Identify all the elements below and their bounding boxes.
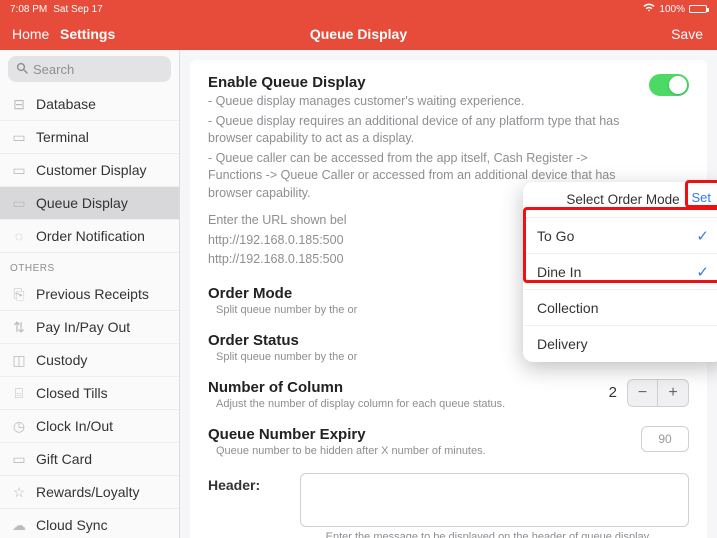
sidebar-item-label: Closed Tills — [36, 385, 108, 401]
bell-icon: ◌ — [10, 227, 28, 245]
sidebar-item-queue-display[interactable]: ▭ Queue Display — [0, 187, 179, 220]
enable-toggle[interactable] — [649, 74, 689, 96]
sidebar-item-rewards[interactable]: ☆ Rewards/Loyalty — [0, 476, 179, 509]
header-caption: Enter the message to be displayed on the… — [288, 531, 689, 538]
sidebar-item-pay-in-out[interactable]: ⇅ Pay In/Pay Out — [0, 311, 179, 344]
sidebar-item-label: Customer Display — [36, 162, 146, 178]
numcol-title: Number of Column — [208, 379, 609, 396]
sidebar-item-label: Order Notification — [36, 228, 145, 244]
nav-bar: Home Settings Queue Display Save — [0, 18, 717, 50]
sidebar-item-gift-card[interactable]: ▭ Gift Card — [0, 443, 179, 476]
sidebar-item-clock-in-out[interactable]: ◷ Clock In/Out — [0, 410, 179, 443]
cloud-icon: ☁ — [10, 516, 28, 534]
popover-row-label: Delivery — [537, 336, 588, 352]
sidebar-item-previous-receipts[interactable]: ⎘ Previous Receipts — [0, 278, 179, 311]
sidebar-item-custody[interactable]: ◫ Custody — [0, 344, 179, 377]
sidebar-item-customer-display[interactable]: ▭ Customer Display — [0, 154, 179, 187]
enable-title: Enable Queue Display — [208, 74, 639, 91]
popover-row-label: Collection — [537, 300, 598, 316]
numcol-desc: Adjust the number of display column for … — [208, 398, 609, 410]
sidebar-item-cloud-sync[interactable]: ☁ Cloud Sync — [0, 509, 179, 538]
sidebar-item-label: Pay In/Pay Out — [36, 319, 130, 335]
popover-row-togo[interactable]: To Go ✓ — [523, 218, 717, 254]
terminal-icon: ▭ — [10, 128, 28, 146]
sidebar-item-label: Cloud Sync — [36, 517, 108, 533]
battery-icon — [689, 5, 707, 13]
sidebar-item-label: Gift Card — [36, 451, 92, 467]
sidebar-item-label: Custody — [36, 352, 87, 368]
page-title: Queue Display — [310, 26, 407, 42]
status-time: 7:08 PM — [10, 4, 47, 15]
custody-icon: ◫ — [10, 351, 28, 369]
order-mode-popover: Select Order Mode Set To Go ✓ Dine In ✓ … — [523, 182, 717, 362]
popover-row-label: To Go — [537, 228, 574, 244]
popover-row-delivery[interactable]: Delivery — [523, 326, 717, 362]
popover-row-dinein[interactable]: Dine In ✓ — [523, 254, 717, 290]
gift-icon: ▭ — [10, 450, 28, 468]
search-placeholder: Search — [33, 62, 74, 77]
sidebar: Search ⊟ Database ▭ Terminal ▭ Customer Dis… — [0, 50, 180, 538]
home-link[interactable]: Home — [12, 26, 49, 42]
popover-set-button[interactable]: Set — [687, 188, 715, 207]
star-icon: ☆ — [10, 483, 28, 501]
settings-title: Settings — [60, 26, 115, 42]
sidebar-section-others: OTHERS — [0, 253, 179, 278]
enable-desc2: - Queue display requires an additional d… — [208, 113, 639, 148]
battery-pct: 100% — [659, 4, 685, 15]
sidebar-item-closed-tills[interactable]: ⌸ Closed Tills — [0, 377, 179, 410]
sidebar-item-label: Clock In/Out — [36, 418, 113, 434]
header-label: Header: — [208, 473, 288, 493]
popover-row-collection[interactable]: Collection — [523, 290, 717, 326]
wifi-icon — [643, 3, 655, 15]
enable-desc1: - Queue display manages customer's waiti… — [208, 93, 639, 111]
search-input[interactable]: Search — [8, 56, 171, 82]
display-icon: ▭ — [10, 161, 28, 179]
popover-row-label: Dine In — [537, 264, 581, 280]
receipt-icon: ⎘ — [10, 285, 28, 303]
content-area: Enable Queue Display - Queue display man… — [180, 50, 717, 538]
till-icon: ⌸ — [10, 384, 28, 402]
queue-icon: ▭ — [10, 194, 28, 212]
sidebar-item-label: Database — [36, 96, 96, 112]
popover-title-text: Select Order Mode — [566, 192, 679, 207]
database-icon: ⊟ — [10, 95, 28, 113]
url-intro: Enter the URL shown bel — [208, 213, 347, 227]
sidebar-item-label: Terminal — [36, 129, 89, 145]
popover-title: Select Order Mode Set — [523, 182, 717, 218]
clock-icon: ◷ — [10, 417, 28, 435]
expiry-title: Queue Number Expiry — [208, 426, 641, 443]
save-button[interactable]: Save — [671, 26, 703, 42]
stepper-minus[interactable]: − — [628, 380, 658, 406]
header-textarea[interactable] — [300, 473, 689, 527]
numcol-value: 2 — [609, 384, 617, 401]
cash-icon: ⇅ — [10, 318, 28, 336]
sidebar-item-terminal[interactable]: ▭ Terminal — [0, 121, 179, 154]
expiry-desc: Queue number to be hidden after X number… — [208, 445, 641, 457]
sidebar-item-label: Rewards/Loyalty — [36, 484, 140, 500]
sidebar-item-order-notification[interactable]: ◌ Order Notification — [0, 220, 179, 253]
status-bar: 7:08 PM Sat Sep 17 100% — [0, 0, 717, 18]
stepper-plus[interactable]: + — [658, 380, 688, 406]
expiry-input[interactable]: 90 — [641, 426, 689, 452]
status-date: Sat Sep 17 — [53, 4, 102, 15]
numcol-stepper: − + — [627, 379, 689, 407]
check-icon: ✓ — [696, 263, 709, 281]
sidebar-item-label: Previous Receipts — [36, 286, 149, 302]
search-icon — [16, 62, 28, 77]
check-icon: ✓ — [696, 227, 709, 245]
sidebar-item-database[interactable]: ⊟ Database — [0, 88, 179, 121]
sidebar-item-label: Queue Display — [36, 195, 128, 211]
